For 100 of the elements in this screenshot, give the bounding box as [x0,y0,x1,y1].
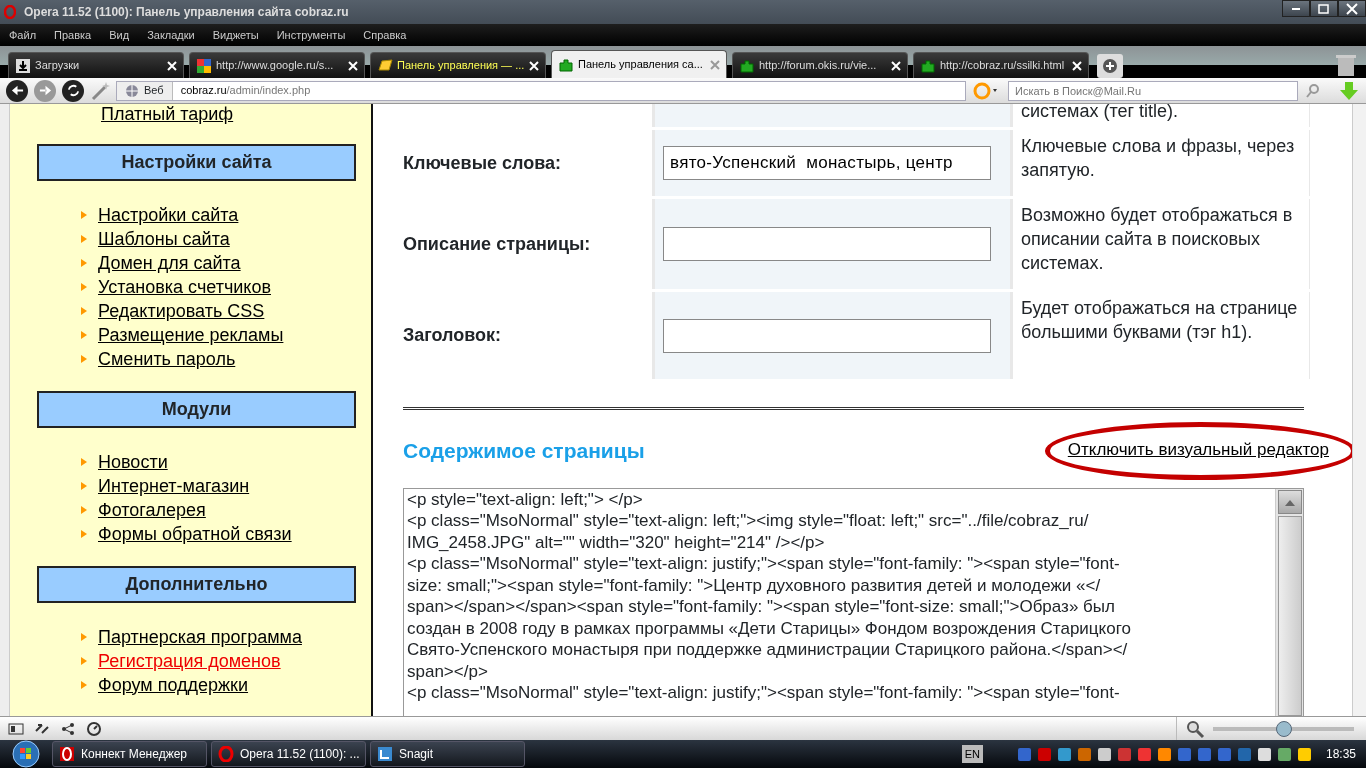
up-arrow-icon[interactable] [1283,498,1296,509]
field-label: Заголовок: [403,324,502,347]
app-icon [59,746,75,762]
start-button-icon[interactable] [9,740,43,768]
reload-button[interactable] [62,79,84,102]
maximize-icon [1316,1,1332,16]
language-indicator[interactable]: EN [961,744,983,764]
section-heading: Содержимое страницы [403,438,645,464]
bullet-icon [80,632,88,642]
page-scrollbar[interactable] [1352,104,1366,716]
back-button[interactable] [6,79,28,102]
browser-tab[interactable]: Панель управления — ... [370,52,546,78]
code-line: span></span></span><span style="font-family: "><span style="font-size: small;">Образ» был [407,596,1116,618]
speedometer-icon[interactable] [86,720,102,737]
code-line: IMG_2458.JPG" alt="" width="320" height="214" /></p> [407,531,826,553]
field-hint: системах (тег title). [1013,104,1309,127]
bullet-icon [80,481,88,491]
text-input[interactable]: вято-Успенский монастырь, центр [663,146,991,180]
code-line: span></p> [407,660,489,682]
menu-item[interactable]: Инструменты [267,26,355,44]
window-title: Opera 11.52 (1100): Панель управления сайта cobraz.ru [24,4,349,21]
bullet-icon [80,258,88,268]
forward-arrow-icon[interactable] [38,84,52,97]
scroll-up-button[interactable] [1277,489,1302,514]
menu-item[interactable]: Справка [354,26,416,44]
menu-item[interactable]: Правка [45,26,101,44]
field-hint: Возможно будет отображаться в описании сайта в поисковых системах. [1013,199,1309,289]
text-input[interactable] [663,227,991,261]
note-icon [377,57,393,74]
wand-icon[interactable] [90,80,110,101]
code-line: <p class="MsoNormal" style="text-align: justify;"><span style="font-family: "><span style="font- [407,682,1121,704]
section-header: Модули [37,391,356,428]
code-line: size: small;"><span style="font-family: ">Центр духовного развития детей и молодежи «</ [407,574,1102,596]
taskbar-button[interactable]: Opera 11.52 (1100): ... [211,741,366,767]
address-field[interactable]: Веб cobraz.ru/admin/index.php [116,80,966,101]
bullet-icon [80,210,88,220]
taskbar-button[interactable]: Snagit [370,741,525,767]
minimize-icon [1292,7,1300,10]
trash-icon[interactable] [1334,52,1358,78]
tray-icon[interactable] [1275,745,1293,763]
bullet-icon [80,457,88,467]
section-header: Настройки сайта [37,144,356,181]
clock: 18:35 [1325,746,1356,763]
bullet-icon [80,505,88,515]
share-icon[interactable] [60,720,76,737]
code-line: создан в 2008 году в рамках программы «Дети Старицы» Фондом возрождения Старицкого [407,617,1132,639]
code-line: <p style="text-align: left;"> </p> [407,488,644,510]
google-icon [196,57,212,74]
bullet-icon [80,656,88,666]
bullet-icon [80,330,88,340]
mode-label: Веб [144,83,164,99]
menu-item[interactable]: Виджеты [203,26,268,44]
menu-item[interactable]: Закладки [138,26,204,44]
field-label: Ключевые слова: [403,151,562,175]
tray-icon[interactable] [1095,745,1113,763]
forward-button[interactable] [34,79,56,102]
panel-icon[interactable] [8,720,24,737]
browser-tab[interactable]: Панель управления са... [551,50,727,78]
taskbar-button[interactable]: Коннект Менеджер [52,741,207,767]
tray-icon[interactable] [1295,745,1313,763]
back-arrow-icon[interactable] [10,84,24,97]
download-icon [15,57,31,74]
field-hint: Ключевые слова и фразы, через запятую. [1013,130,1309,196]
reload-icon[interactable] [66,84,80,97]
search-icon[interactable] [1304,81,1322,100]
browser-tab[interactable]: http://cobraz.ru/ssilki.html [913,52,1089,78]
code-line: <p class="MsoNormal" style="text-align: left;"><img style="float: left;" src="../file/cobraz_ru/ [407,510,1090,532]
bullet-icon [80,529,88,539]
browser-tab[interactable]: http://www.google.ru/s... [189,52,365,78]
browser-tab[interactable]: Загрузки [8,52,184,78]
bullet-icon [80,306,88,316]
globe-icon [125,83,139,98]
close-button[interactable] [1338,0,1366,17]
zoom-icon[interactable] [1185,718,1205,739]
menu-item[interactable]: Вид [100,26,139,44]
puzzle-icon [920,57,936,74]
puzzle-icon [558,56,574,73]
slider-thumb[interactable] [1275,720,1292,737]
code-line: <p class="MsoNormal" style="text-align: justify;"><span style="font-family: "><span style="font- [407,553,1121,575]
side-panel-handle[interactable] [0,104,10,716]
sidebar-link[interactable]: Платный тариф [101,104,371,124]
browser-tab[interactable]: http://forum.okis.ru/vie... [732,52,908,78]
toggle-editor-link[interactable]: Отключить визуальный редактор [1067,440,1329,459]
scroll-thumb[interactable] [1277,515,1302,716]
bullet-icon [80,234,88,244]
minimize-button[interactable] [1282,0,1310,17]
bullet-icon [80,680,88,690]
tray-icon[interactable] [1255,745,1273,763]
code-line: Свято-Успенского монастыря при поддержке администрации Старицкого района.</span></ [407,639,1129,661]
app-icon [377,746,393,762]
opera-logo-icon [218,746,234,762]
tray-icon[interactable] [1155,745,1173,763]
text-input[interactable] [663,318,991,353]
bullet-icon [80,282,88,292]
search-field[interactable]: Искать в Поиск@Mail.Ru [1008,80,1298,101]
tray-icon[interactable] [1055,745,1073,763]
menu-item[interactable]: Файл [0,26,46,44]
add-tab-icon[interactable] [1097,54,1123,78]
field-hint: Будет отображаться на странице большими буквами (тэг h1). [1013,292,1309,379]
maximize-button[interactable] [1310,0,1338,17]
